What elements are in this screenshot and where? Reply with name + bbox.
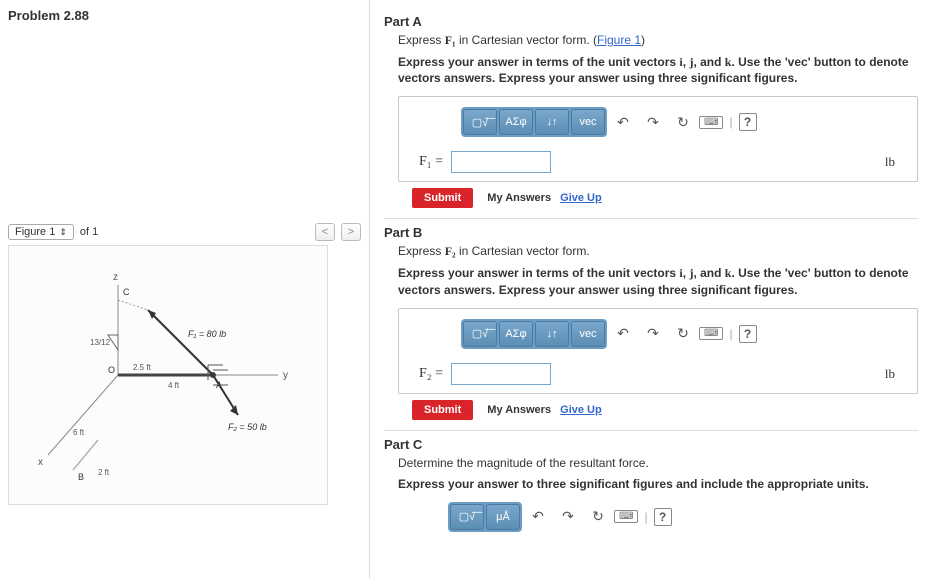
help-button[interactable]: ? — [739, 325, 757, 343]
answer-links: My Answers Give Up — [487, 404, 601, 416]
part-a-answer-panel: ▢√͞ ΑΣφ ↓↑ vec ↶ ↷ ↻ ⌨ | ? F₁ = lb — [398, 96, 918, 182]
undo-icon[interactable]: ↶ — [613, 324, 633, 344]
part-b-title: Part B — [384, 225, 918, 240]
problem-title: Problem 2.88 — [8, 8, 361, 23]
svg-text:z: z — [113, 272, 118, 283]
figure-link[interactable]: Figure 1 — [597, 33, 641, 47]
subscript-button[interactable]: ↓↑ — [535, 109, 569, 135]
greek-button[interactable]: ΑΣφ — [499, 109, 533, 135]
answer-toolbar: ▢√͞ ΑΣφ ↓↑ vec ↶ ↷ ↻ ⌨ | ? — [461, 107, 905, 137]
svg-text:2 ft: 2 ft — [98, 468, 110, 477]
figure-select-label: Figure 1 — [15, 226, 55, 238]
help-button[interactable]: ? — [654, 508, 672, 526]
answer-toolbar: ▢√͞ ΑΣφ ↓↑ vec ↶ ↷ ↻ ⌨ | ? — [461, 319, 905, 349]
figure-next-button[interactable]: > — [341, 223, 361, 241]
svg-text:2.5 ft: 2.5 ft — [133, 363, 152, 372]
undo-icon[interactable]: ↶ — [613, 112, 633, 132]
template-button[interactable]: ▢√͞ — [450, 504, 484, 530]
svg-text:6 ft: 6 ft — [73, 428, 85, 437]
keyboard-icon[interactable]: ⌨ — [614, 510, 638, 523]
submit-button[interactable]: Submit — [412, 188, 473, 208]
give-up-link[interactable]: Give Up — [560, 192, 602, 204]
part-c-title: Part C — [384, 437, 918, 452]
units-button[interactable]: μÅ — [486, 504, 520, 530]
figure-prev-button[interactable]: < — [315, 223, 335, 241]
svg-text:F₂ = 50 lb: F₂ = 50 lb — [228, 422, 267, 432]
undo-icon[interactable]: ↶ — [528, 507, 548, 527]
svg-text:C: C — [123, 287, 130, 297]
reset-icon[interactable]: ↻ — [673, 112, 693, 132]
figure-panel: z y x A O F₁ = 80 lb F₂ = 50 lb C 13/12 … — [8, 245, 328, 505]
part-c-prompt: Determine the magnitude of the resultant… — [398, 456, 918, 470]
give-up-link[interactable]: Give Up — [560, 404, 602, 416]
template-button[interactable]: ▢√͞ — [463, 321, 497, 347]
part-a-answer-input[interactable] — [451, 151, 551, 173]
part-c-instructions: Express your answer to three significant… — [398, 476, 918, 492]
answer-links: My Answers Give Up — [487, 192, 601, 204]
answer-toolbar: ▢√͞ μÅ ↶ ↷ ↻ ⌨ | ? — [448, 502, 918, 532]
keyboard-icon[interactable]: ⌨ — [699, 116, 723, 129]
figure-select[interactable]: Figure 1 ⇕ — [8, 224, 74, 240]
svg-text:y: y — [283, 370, 288, 381]
greek-button[interactable]: ΑΣφ — [499, 321, 533, 347]
part-a-unit: lb — [885, 154, 895, 170]
part-b-answer-label: F₂ = — [419, 366, 443, 382]
submit-button[interactable]: Submit — [412, 400, 473, 420]
part-b-unit: lb — [885, 366, 895, 382]
part-a-answer-label: F₁ = — [419, 154, 443, 170]
vec-button[interactable]: vec — [571, 321, 605, 347]
svg-text:4 ft: 4 ft — [168, 381, 180, 390]
template-button[interactable]: ▢√͞ — [463, 109, 497, 135]
help-button[interactable]: ? — [739, 113, 757, 131]
my-answers-link[interactable]: My Answers — [487, 404, 551, 416]
chevron-updown-icon: ⇕ — [59, 227, 67, 238]
svg-text:B: B — [78, 472, 84, 482]
keyboard-icon[interactable]: ⌨ — [699, 327, 723, 340]
figure-nav-bar: Figure 1 ⇕ of 1 < > — [8, 223, 361, 241]
svg-text:F₁ = 80 lb: F₁ = 80 lb — [188, 329, 226, 339]
part-b-answer-panel: ▢√͞ ΑΣφ ↓↑ vec ↶ ↷ ↻ ⌨ | ? F₂ = lb — [398, 308, 918, 394]
svg-text:x: x — [38, 457, 43, 468]
part-a-prompt: Express F₁ in Cartesian vector form. (Fi… — [398, 33, 918, 48]
svg-text:13/12: 13/12 — [90, 338, 111, 347]
redo-icon[interactable]: ↷ — [558, 507, 578, 527]
svg-text:O: O — [108, 365, 115, 375]
figure-diagram: z y x A O F₁ = 80 lb F₂ = 50 lb C 13/12 … — [18, 255, 318, 495]
redo-icon[interactable]: ↷ — [643, 112, 663, 132]
part-b-prompt: Express F₂ in Cartesian vector form. — [398, 244, 918, 259]
my-answers-link[interactable]: My Answers — [487, 192, 551, 204]
part-a-instructions: Express your answer in terms of the unit… — [398, 54, 918, 86]
part-b-answer-input[interactable] — [451, 363, 551, 385]
vec-button[interactable]: vec — [571, 109, 605, 135]
reset-icon[interactable]: ↻ — [588, 507, 608, 527]
subscript-button[interactable]: ↓↑ — [535, 321, 569, 347]
reset-icon[interactable]: ↻ — [673, 324, 693, 344]
part-b-instructions: Express your answer in terms of the unit… — [398, 265, 918, 297]
figure-of-label: of 1 — [80, 226, 98, 238]
part-a-title: Part A — [384, 14, 918, 29]
redo-icon[interactable]: ↷ — [643, 324, 663, 344]
